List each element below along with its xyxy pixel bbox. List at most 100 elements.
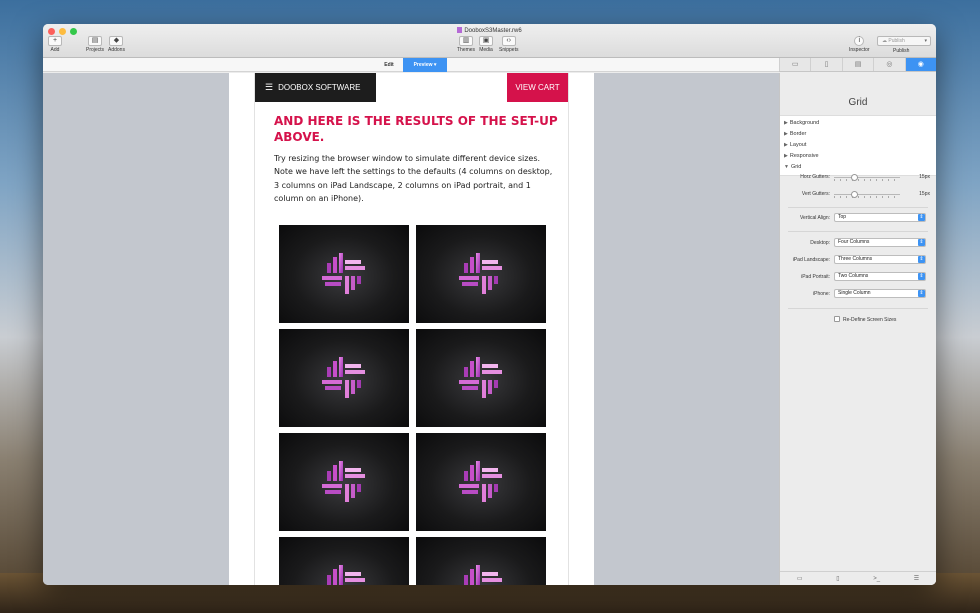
vert-gutters-slider[interactable]: [834, 191, 900, 198]
chevron-down-icon[interactable]: ▾: [924, 37, 927, 45]
brand-nav[interactable]: ☰ DOOBOX SOFTWARE: [255, 73, 376, 102]
inspector-section-background[interactable]: ▶ Background: [780, 118, 936, 129]
stack-inspector-tab-icon[interactable]: ◉: [904, 58, 936, 71]
themes-label: Themes: [457, 47, 476, 53]
publish-label: Publish: [893, 48, 910, 54]
media-label: Media: [479, 47, 493, 53]
copy-icon[interactable]: ▯: [836, 572, 839, 585]
page-icon[interactable]: ▭: [797, 572, 803, 585]
chevron-down-icon: ▾: [433, 62, 437, 68]
inspector-panel: Grid ▶ Background ▶ Border ▶ Layout ▶ Responsiv…: [779, 73, 936, 585]
slider-ticks: [834, 196, 900, 198]
inspector-section-layout[interactable]: ▶ Layout: [780, 140, 936, 151]
desktop-label: Desktop:: [810, 240, 830, 246]
ipad-landscape-select[interactable]: Three Columns ⇕: [834, 255, 926, 264]
grid-image-tile: [279, 225, 409, 323]
ipad-portrait-value: Two Columns: [838, 273, 869, 279]
preview-mode-tab[interactable]: Preview ▾: [403, 58, 447, 72]
grid-image-tile: [416, 433, 546, 531]
settings-inspector-tab-icon[interactable]: ◎: [873, 58, 904, 71]
media-icon: ▣: [479, 36, 493, 46]
page-container: ☰ DOOBOX SOFTWARE VIEW CART AND HERE IS T…: [254, 73, 569, 585]
media-button[interactable]: ▣ Media: [479, 36, 493, 53]
doobox-logo-icon: [456, 354, 504, 402]
grid-image-tile: [279, 329, 409, 427]
redefine-screen-sizes-option[interactable]: Re-Define Screen Sizes: [834, 316, 896, 323]
inspector-footer: ▭ ▯ >_ ☰: [780, 571, 936, 585]
grid-image-tile: [279, 537, 409, 585]
window-title: DooboxS3Master.rw6: [43, 27, 936, 34]
page-body-text: Try resizing the browser window to simul…: [274, 154, 553, 203]
doobox-logo-icon: [319, 354, 367, 402]
grid-image-tile: [416, 329, 546, 427]
inspector-section-label: Border: [789, 131, 807, 137]
doobox-logo-icon: [456, 562, 504, 585]
inspector-button[interactable]: i Inspector: [849, 36, 870, 53]
vertical-align-label: Vertical Align:: [799, 215, 830, 221]
redefine-screen-sizes-checkbox[interactable]: [834, 316, 840, 322]
doobox-logo-icon: [456, 458, 504, 506]
code-icon: ‹›: [501, 36, 516, 46]
slider-knob[interactable]: [850, 174, 858, 181]
inspector-section-responsive[interactable]: ▶ Responsive: [780, 151, 936, 162]
projects-icon: ▤: [88, 36, 103, 46]
add-button[interactable]: + Add: [48, 36, 62, 53]
desktop-columns-select[interactable]: Four Columns ⇕: [834, 238, 926, 247]
snippets-button[interactable]: ‹› Snippets: [499, 36, 518, 53]
inspector-section-grid[interactable]: ▼ Grid: [780, 162, 936, 173]
info-icon: i: [854, 36, 865, 46]
menu-icon[interactable]: ☰: [265, 73, 273, 102]
window-title-text: DooboxS3Master.rw6: [464, 28, 522, 34]
desktop-columns-value: Four Columns: [838, 239, 870, 245]
horz-gutters-label: Horz Gutters:: [800, 174, 830, 180]
ipad-portrait-label: iPad Portrait:: [801, 274, 830, 280]
addons-icon: ◆: [109, 36, 124, 46]
layout-inspector-tab-icon[interactable]: ▯: [810, 58, 841, 71]
updown-chevron-icon: ⇕: [918, 290, 925, 297]
horz-gutters-value: 15px: [919, 174, 930, 180]
terminal-icon[interactable]: >_: [873, 572, 880, 585]
vertical-align-select[interactable]: Top ⇕: [834, 213, 926, 222]
projects-label: Projects: [86, 47, 105, 53]
iphone-value: Single Column: [838, 290, 871, 296]
disclosure-closed-icon: ▶: [784, 142, 788, 148]
publish-button[interactable]: ☁ Publish ▾: [877, 36, 931, 46]
addons-button[interactable]: ◆ Addons: [108, 36, 125, 53]
ipad-landscape-label: iPad Landscape:: [792, 257, 830, 263]
grid-image-tile: [416, 537, 546, 585]
preview-canvas: ☰ DOOBOX SOFTWARE VIEW CART AND HERE IS T…: [43, 73, 779, 585]
redefine-screen-sizes-label: Re-Define Screen Sizes: [843, 317, 897, 323]
horz-gutters-slider[interactable]: [834, 174, 900, 181]
page-headline: AND HERE IS THE RESULTS OF THE SET-UP AB…: [274, 114, 558, 144]
ipad-landscape-value: Three Columns: [838, 256, 873, 262]
divider: [788, 308, 928, 309]
inspector-label: Inspector: [849, 47, 870, 53]
plus-icon: +: [48, 36, 62, 46]
page-inspector-tab-icon[interactable]: ▭: [779, 58, 810, 71]
inspector-section-label: Layout: [789, 142, 807, 148]
grid-image-tile: [279, 433, 409, 531]
themes-button[interactable]: ▥ Themes: [457, 36, 475, 53]
vertical-align-value: Top: [838, 214, 847, 220]
inspector-section-label: Grid: [790, 164, 802, 170]
ipad-portrait-select[interactable]: Two Columns ⇕: [834, 272, 926, 281]
inspector-section-border[interactable]: ▶ Border: [780, 129, 936, 140]
edit-mode-tab[interactable]: Edit: [375, 58, 403, 72]
inspector-sections: ▶ Background ▶ Border ▶ Layout ▶ Responsive ▼ Gri…: [780, 115, 936, 176]
sliders-icon[interactable]: ☰: [914, 572, 919, 585]
add-label: Add: [50, 47, 60, 53]
slider-ticks: [834, 179, 900, 181]
doobox-logo-icon: [319, 562, 367, 585]
style-inspector-tab-icon[interactable]: ▤: [841, 58, 873, 71]
iphone-label: iPhone:: [813, 291, 830, 297]
inspector-tab-bar: ▭ ▯ ▤ ◎ ◉: [779, 58, 936, 72]
divider: [788, 207, 928, 208]
brand-name: DOOBOX SOFTWARE: [278, 83, 361, 92]
slider-knob[interactable]: [850, 191, 858, 198]
doobox-logo-icon: [456, 250, 504, 298]
inspector-section-label: Background: [789, 120, 820, 126]
projects-button[interactable]: ▤ Projects: [86, 36, 104, 53]
view-cart-button[interactable]: VIEW CART: [507, 73, 568, 102]
rapidweaver-window: DooboxS3Master.rw6 + Add ▤ Projects ◆ Ad…: [43, 24, 936, 585]
iphone-select[interactable]: Single Column ⇕: [834, 289, 926, 298]
